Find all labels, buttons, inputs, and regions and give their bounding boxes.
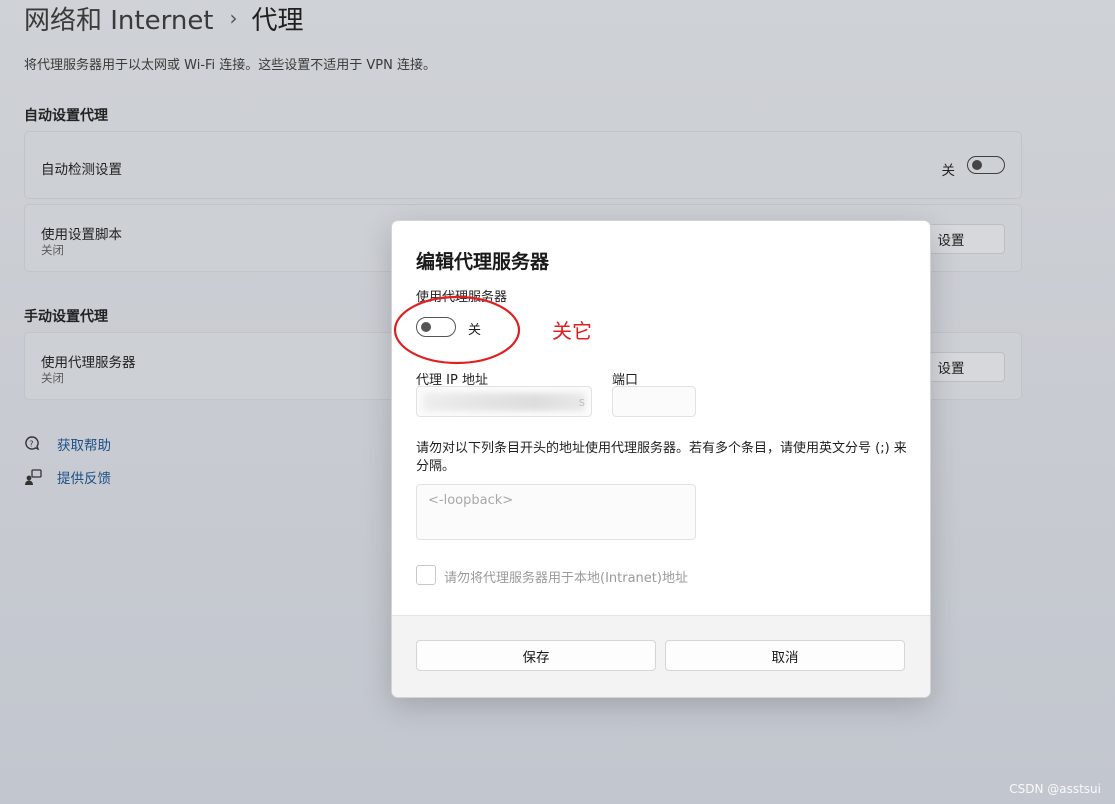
breadcrumb-parent[interactable]: 网络和 Internet [24, 0, 214, 37]
dialog-title: 编辑代理服务器 [416, 251, 550, 273]
redacted-ip-value [423, 393, 585, 411]
get-help-link[interactable]: ? 获取帮助 [24, 433, 111, 455]
auto-proxy-heading: 自动设置代理 [24, 108, 108, 124]
watermark: CSDN @asstsui [1009, 782, 1101, 796]
edit-proxy-dialog: 编辑代理服务器 使用代理服务器 关 代理 IP 地址 s 端口 请勿对以下列条目… [391, 220, 931, 698]
chevron-right-icon: › [229, 6, 238, 30]
setup-script-title: 使用设置脚本 [41, 227, 122, 243]
auto-detect-title: 自动检测设置 [41, 162, 122, 178]
breadcrumb: 网络和 Internet › 代理 [24, 0, 304, 36]
cancel-button[interactable]: 取消 [665, 640, 905, 671]
page-description: 将代理服务器用于以太网或 Wi-Fi 连接。这些设置不适用于 VPN 连接。 [24, 58, 437, 73]
auto-detect-toggle[interactable] [967, 156, 1005, 174]
ip-value-tail: s [578, 395, 585, 409]
proxy-ip-input[interactable]: s [416, 386, 592, 417]
manual-proxy-heading: 手动设置代理 [24, 309, 108, 325]
exceptions-textarea[interactable]: <-loopback> [416, 484, 696, 540]
bypass-local-checkbox[interactable] [416, 565, 436, 585]
help-chat-icon: ? [25, 436, 40, 451]
exceptions-placeholder: <-loopback> [428, 493, 514, 508]
bypass-local-label: 请勿将代理服务器用于本地(Intranet)地址 [444, 571, 688, 586]
get-help-label: 获取帮助 [57, 438, 111, 454]
page-title: 代理 [251, 5, 304, 36]
give-feedback-link[interactable]: 提供反馈 [24, 466, 111, 488]
exceptions-description: 请勿对以下列条目开头的地址使用代理服务器。若有多个条目，请使用英文分号 (;) … [416, 441, 907, 474]
auto-detect-toggle-label: 关 [941, 163, 956, 179]
give-feedback-label: 提供反馈 [57, 471, 111, 487]
manual-proxy-title: 使用代理服务器 [41, 355, 136, 371]
manual-proxy-status: 关闭 [41, 371, 64, 385]
dialog-footer: 保存 取消 [392, 615, 930, 697]
svg-text:?: ? [29, 440, 33, 449]
annotation-circle [393, 295, 521, 365]
auto-detect-card: 自动检测设置 关 [24, 131, 1022, 199]
save-button[interactable]: 保存 [416, 640, 656, 671]
feedback-icon [25, 469, 42, 485]
annotation-text: 关它 [552, 319, 592, 343]
port-input[interactable] [612, 386, 696, 417]
setup-script-status: 关闭 [41, 243, 64, 257]
